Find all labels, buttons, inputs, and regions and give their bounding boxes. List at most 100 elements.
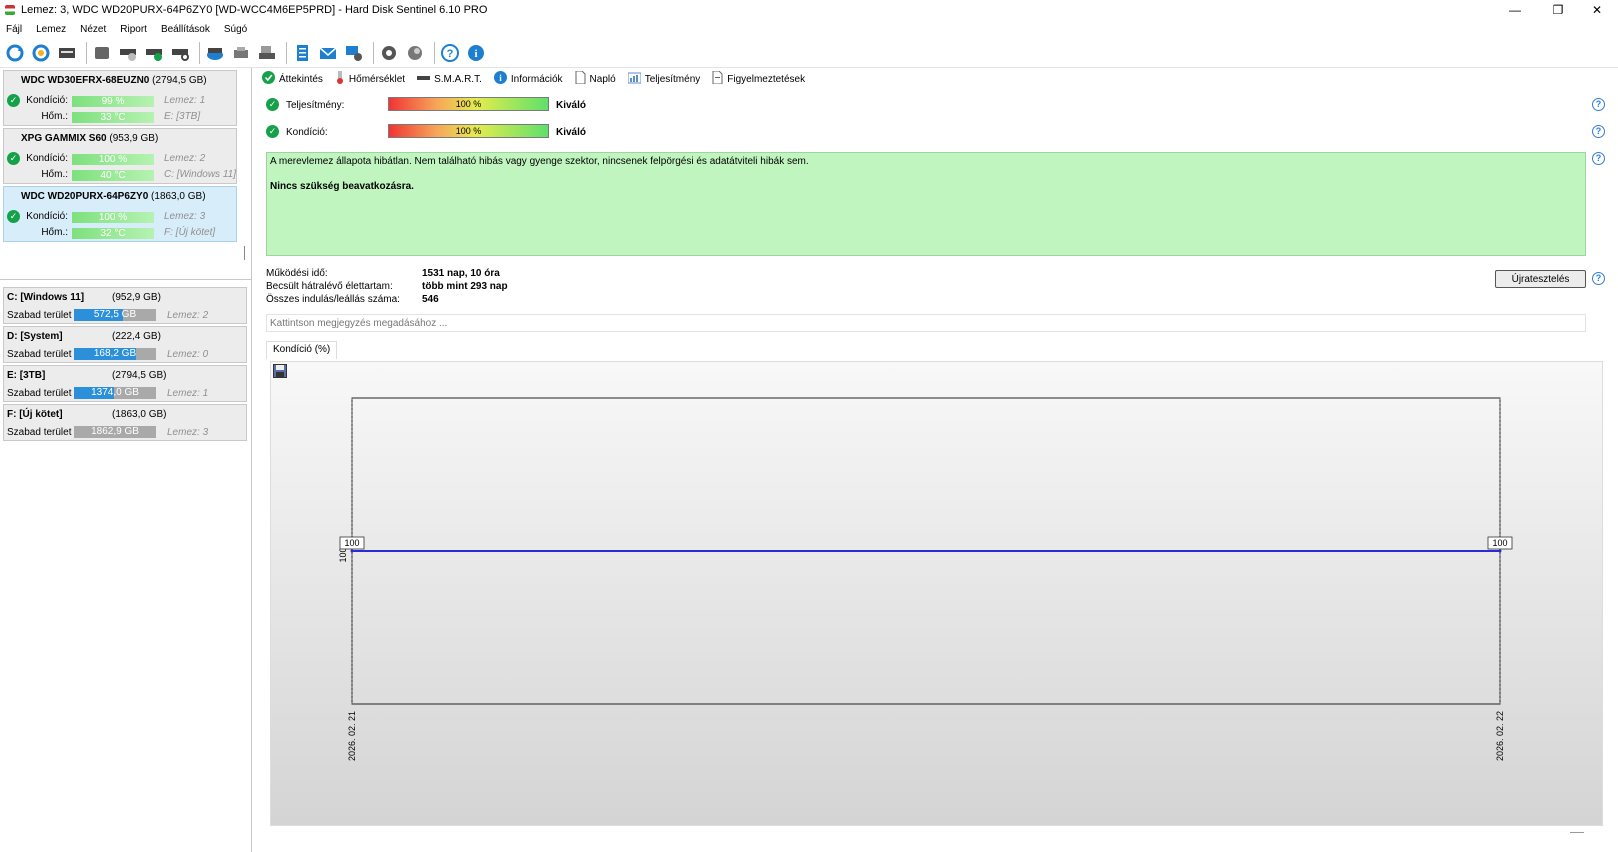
help-icon[interactable]: ?: [1592, 98, 1605, 111]
status-box: A merevlemez állapota hibátlan. Nem talá…: [266, 152, 1586, 256]
disk-surface-icon[interactable]: [91, 42, 113, 64]
disk-name: WDC WD20PURX-64P6ZY0 (1863,0 GB): [21, 191, 206, 202]
tab-smart[interactable]: S.M.A.R.T.: [417, 71, 482, 87]
health-chart: 100100 1002026. 02. 21 2026. 02. 22: [338, 397, 1513, 761]
note-input[interactable]: Kattintson megjegyzés megadásához ...: [266, 314, 1586, 332]
disk-number: Lemez: 3: [164, 211, 206, 222]
volume-name: D: [System]: [7, 331, 63, 342]
cloud-icon[interactable]: [230, 42, 252, 64]
x-tick-label: 2026. 02. 21: [347, 711, 357, 761]
menu-disk[interactable]: Lemez: [36, 24, 66, 35]
performance-rating: Kiváló: [556, 100, 587, 111]
backup-icon[interactable]: [204, 42, 226, 64]
toolbar-separator: [434, 41, 435, 64]
tab-label: S.M.A.R.T.: [434, 73, 482, 85]
health-label: Kondíció:: [26, 211, 68, 222]
chart-icon: [627, 71, 642, 87]
health-rating: Kiváló: [556, 127, 587, 138]
help-icon[interactable]: ?: [1592, 152, 1605, 165]
gear-icon[interactable]: [378, 42, 400, 64]
disk-model: WDC WD30EFRX-68EUZN0: [21, 75, 150, 86]
menu-help[interactable]: Súgó: [224, 24, 247, 35]
left-panel: WDC WD30EFRX-68EUZN0 (2794,5 GB) ✓ Kondí…: [0, 68, 252, 852]
save-icon[interactable]: [273, 364, 287, 381]
health-bar: 100 %: [72, 212, 154, 223]
disk-check-icon[interactable]: [143, 42, 165, 64]
retest-button[interactable]: Újratesztelés: [1495, 270, 1586, 288]
free-space-label: Szabad terület: [7, 310, 72, 321]
help-icon[interactable]: ?: [1592, 125, 1605, 138]
disk-model: XPG GAMMIX S60: [21, 133, 107, 144]
help-icon[interactable]: ?: [1592, 272, 1605, 285]
volume-item[interactable]: D: [System] (222,4 GB) Szabad terület 16…: [3, 326, 247, 363]
network-icon[interactable]: [343, 42, 365, 64]
report-icon[interactable]: [291, 42, 313, 64]
disk-volume: F: [Új kötet]: [164, 227, 216, 238]
volume-name: F: [Új kötet]: [7, 409, 63, 420]
free-space-bar: 572,5 GB: [74, 309, 156, 321]
free-space-value: 572,5 GB: [93, 309, 137, 320]
disk-volume: C: [Windows 11]: [164, 169, 236, 180]
tab-alerts[interactable]: Figyelmeztetések: [712, 70, 805, 87]
temp-bar: 33 °C: [72, 112, 154, 123]
temp-bar: 32 °C: [72, 228, 154, 239]
disk-item-selected[interactable]: WDC WD20PURX-64P6ZY0 (1863,0 GB) ✓ Kondí…: [3, 186, 237, 242]
performance-bar: 100 %: [388, 97, 549, 111]
tab-log[interactable]: Napló: [575, 70, 616, 87]
menu-file[interactable]: Fájl: [6, 24, 22, 35]
scroll-indicator: [1570, 832, 1584, 833]
info-icon[interactable]: i: [465, 42, 487, 64]
disk-icon: [417, 71, 431, 87]
disk-capacity: (2794,5 GB): [152, 75, 207, 86]
refresh-all-icon[interactable]: [30, 42, 52, 64]
disk-item[interactable]: WDC WD30EFRX-68EUZN0 (2794,5 GB) ✓ Kondí…: [3, 70, 237, 126]
check-icon: [262, 71, 275, 87]
starts-value: 546: [422, 294, 439, 305]
menu-settings[interactable]: Beállítások: [161, 24, 210, 35]
free-space-label: Szabad terület: [7, 388, 72, 399]
volume-item[interactable]: E: [3TB] (2794,5 GB) Szabad terület 1374…: [3, 365, 247, 402]
email-icon[interactable]: [317, 42, 339, 64]
health-bar: 99 %: [72, 96, 154, 107]
volume-capacity: (2794,5 GB): [112, 370, 167, 381]
disk-capacity: (1863,0 GB): [151, 191, 206, 202]
health-label: Kondíció:: [286, 127, 328, 138]
tab-temperature[interactable]: Hőmérséklet: [335, 71, 405, 87]
temp-bar: 40 °C: [72, 170, 154, 181]
data-point: [350, 549, 354, 553]
disk-list-scrollbar[interactable]: [244, 246, 245, 260]
lifetime-label: Becsült hátralévő élettartam:: [266, 281, 393, 292]
close-button[interactable]: ✕: [1574, 0, 1618, 20]
x-tick-label: 2026. 02. 22: [1495, 711, 1505, 761]
print-icon[interactable]: [256, 42, 278, 64]
status-action: Nincs szükség beavatkozásra.: [270, 181, 414, 192]
minimize-button[interactable]: —: [1492, 0, 1538, 20]
free-space-value: 1374,0 GB: [91, 387, 139, 398]
volume-item[interactable]: F: [Új kötet] (1863,0 GB) Szabad terület…: [3, 404, 247, 441]
disk-item[interactable]: XPG GAMMIX S60 (953,9 GB) ✓ Kondíció: 10…: [3, 128, 237, 184]
disk-search-icon[interactable]: [169, 42, 191, 64]
menu-view[interactable]: Nézet: [80, 24, 106, 35]
performance-label: Teljesítmény:: [286, 100, 345, 111]
menu-report[interactable]: Riport: [120, 24, 147, 35]
refresh-icon[interactable]: [4, 42, 26, 64]
volume-item[interactable]: C: [Windows 11] (952,9 GB) Szabad terüle…: [3, 287, 247, 324]
health-bar: 100 %: [72, 154, 154, 165]
tab-label: Napló: [589, 73, 616, 85]
health-bar: 100 %: [388, 124, 549, 138]
help-icon[interactable]: ?: [439, 42, 461, 64]
settings-alt-icon[interactable]: [404, 42, 426, 64]
volume-name: E: [3TB]: [7, 370, 46, 381]
volume-disk: Lemez: 2: [167, 310, 209, 321]
free-space-value: 168,2 GB: [93, 348, 137, 359]
tab-information[interactable]: i Információk: [493, 71, 563, 87]
disk-info-icon[interactable]: [56, 42, 78, 64]
svg-text:i: i: [474, 48, 477, 60]
uptime-label: Működési idő:: [266, 268, 328, 279]
tab-health-chart[interactable]: Kondíció (%): [266, 341, 338, 359]
disk-timer-icon[interactable]: [117, 42, 139, 64]
tab-label: Hőmérséklet: [348, 73, 406, 85]
data-label: 100: [1492, 538, 1507, 548]
tab-performance[interactable]: Teljesítmény: [627, 71, 700, 87]
tab-overview[interactable]: Áttekintés: [262, 71, 323, 87]
